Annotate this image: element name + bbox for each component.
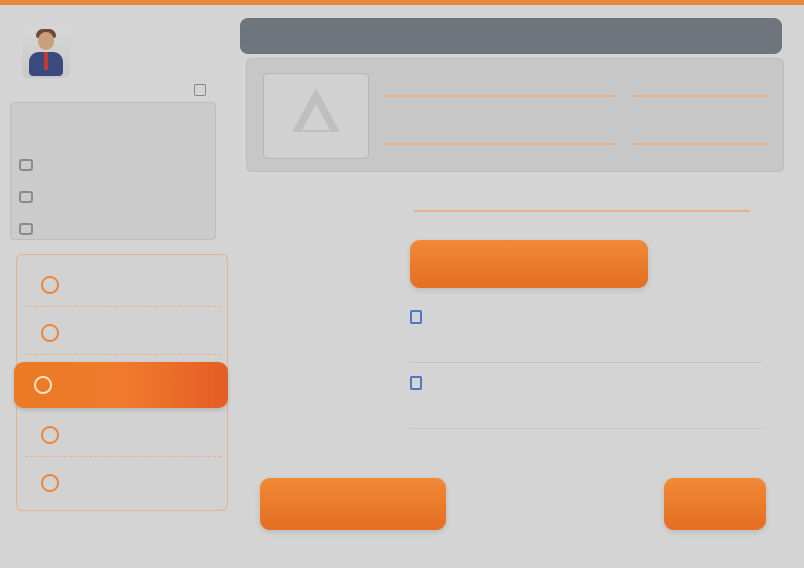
logo-shape-inner [302,104,330,130]
circle-icon [34,376,52,394]
sidebar-panel-item[interactable] [19,219,209,239]
field[interactable] [633,125,769,155]
document-icon [410,376,422,390]
sidebar-panel-item[interactable] [19,187,209,207]
avatar [22,26,70,78]
bottom-right-button[interactable] [664,478,766,530]
result-list [410,304,762,432]
header-card [246,58,784,172]
bank-icon [19,223,33,235]
field-underline [383,143,615,145]
sidebar [8,14,228,554]
field[interactable] [633,77,769,107]
list-item[interactable] [410,370,762,429]
field-underline [633,95,769,97]
primary-action-button[interactable] [410,240,648,288]
main [240,14,784,554]
form-row-underline [414,210,750,212]
field[interactable] [383,77,615,107]
circle-icon [41,275,59,294]
sidebar-menu-item[interactable] [25,413,221,457]
logout-link[interactable] [138,82,210,98]
logout-icon [194,84,206,96]
main-header [240,18,782,54]
circle-icon [41,474,59,492]
field-underline [383,95,615,97]
avatar-tie [44,52,48,70]
form-row [330,190,782,218]
document-icon [19,191,33,203]
circle-icon [41,323,59,342]
avatar-head [38,32,54,50]
document-icon [410,310,422,324]
top-accent-line [0,0,804,5]
field-underline [633,143,769,145]
field[interactable] [383,125,615,155]
sidebar-menu-item[interactable] [25,461,221,505]
bottom-left-button[interactable] [260,478,446,530]
sidebar-panel [10,102,216,240]
list-item[interactable] [410,304,762,363]
sidebar-menu-item-active[interactable] [14,362,228,408]
circle-icon [41,425,59,444]
calendar-icon [19,159,33,171]
logo-placeholder [263,73,369,159]
sidebar-menu-item[interactable] [25,263,221,307]
sidebar-menu-item[interactable] [25,311,221,355]
sidebar-panel-item[interactable] [19,155,209,175]
